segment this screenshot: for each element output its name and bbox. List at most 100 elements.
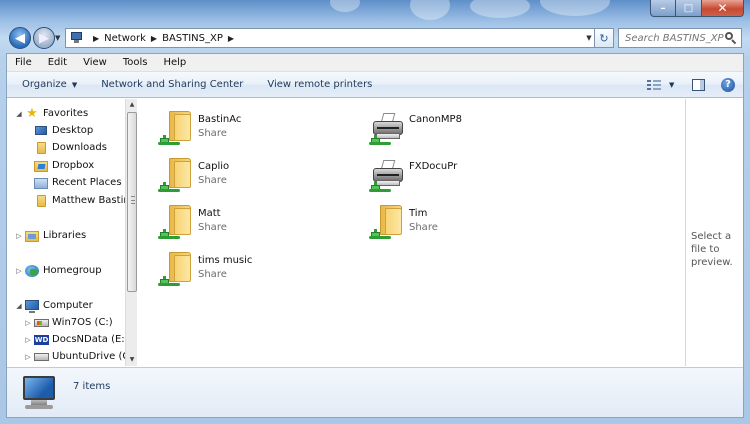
- command-bar-right: ▼ ?: [647, 72, 743, 97]
- close-button[interactable]: ✕: [702, 0, 744, 17]
- chevron-down-icon: ▼: [71, 80, 78, 89]
- menu-edit[interactable]: Edit: [40, 57, 75, 68]
- breadcrumb-separator[interactable]: ▶: [228, 34, 234, 43]
- preview-pane-icon: [691, 78, 705, 91]
- details-view-icon: [647, 79, 661, 91]
- preview-placeholder: Select a file to preview.: [691, 231, 733, 268]
- printer-canonmp8[interactable]: CanonMP8: [366, 107, 546, 149]
- maximize-button[interactable]: □: [676, 0, 702, 17]
- navigation-scrollbar[interactable]: ▲ ▼: [125, 99, 137, 366]
- nav-drive-g[interactable]: ▷ UbuntuDrive (G:): [23, 348, 125, 365]
- breadcrumb-separator[interactable]: ▶: [151, 34, 157, 43]
- wd-drive-icon: WD: [34, 334, 49, 345]
- minimize-button[interactable]: –: [650, 0, 676, 17]
- shared-printer-icon: [366, 158, 406, 198]
- breadcrumb-separator[interactable]: ▶: [93, 34, 99, 43]
- nav-libraries[interactable]: ▷ Libraries: [14, 227, 125, 244]
- refresh-button[interactable]: ↻: [594, 28, 614, 48]
- nav-downloads-label: Downloads: [52, 142, 107, 153]
- nav-computer[interactable]: ◢ Computer: [14, 297, 125, 314]
- collapse-arrow-icon[interactable]: ▷: [14, 267, 24, 275]
- menu-view[interactable]: View: [75, 57, 115, 68]
- nav-drive-e-label: DocsNData (E:): [52, 334, 125, 345]
- explorer-client-area: File Edit View Tools Help Organize ▼ Net…: [6, 53, 744, 418]
- network-sharing-center-label: Network and Sharing Center: [101, 79, 244, 90]
- help-icon: ?: [721, 77, 735, 92]
- nav-drive-e[interactable]: ▷ WD DocsNData (E:): [23, 331, 125, 348]
- nav-downloads[interactable]: Downloads: [33, 139, 125, 156]
- share-tims-music[interactable]: tims music Share: [155, 248, 335, 290]
- collapse-arrow-icon[interactable]: ▷: [14, 232, 24, 240]
- forward-button[interactable]: ▶: [33, 27, 55, 49]
- homegroup-icon: [24, 264, 40, 278]
- view-remote-printers-button[interactable]: View remote printers: [255, 79, 384, 90]
- breadcrumb-network[interactable]: Network: [104, 33, 146, 44]
- titlebar-decoration: [410, 0, 450, 20]
- computer-icon: [24, 299, 40, 313]
- printer-fxdocupr[interactable]: FXDocuPr: [366, 154, 546, 196]
- share-tim[interactable]: Tim Share: [366, 201, 546, 243]
- nav-libraries-label: Libraries: [43, 230, 87, 241]
- organize-button[interactable]: Organize ▼: [7, 79, 89, 90]
- nav-drive-c-label: Win7OS (C:): [52, 317, 113, 328]
- scroll-up-arrow[interactable]: ▲: [126, 99, 138, 111]
- computer-icon: [21, 376, 59, 412]
- item-count: 7 items: [73, 381, 111, 392]
- breadcrumb-bastins-xp[interactable]: BASTINS_XP: [162, 33, 223, 44]
- expand-arrow-icon[interactable]: ◢: [14, 302, 24, 310]
- refresh-icon: ↻: [599, 31, 609, 45]
- search-box[interactable]: [618, 28, 742, 48]
- nav-recent-places[interactable]: Recent Places: [33, 174, 125, 191]
- help-button[interactable]: ?: [713, 77, 743, 92]
- nav-desktop[interactable]: Desktop: [33, 122, 125, 139]
- share-type: Share: [198, 128, 227, 139]
- nav-matthew-bastin[interactable]: Matthew Bastin: [33, 192, 125, 209]
- nav-homegroup[interactable]: ▷ Homegroup: [14, 262, 125, 279]
- share-type: Share: [409, 222, 438, 233]
- menu-tools[interactable]: Tools: [115, 57, 156, 68]
- nav-drive-c[interactable]: ▷ Win7OS (C:): [23, 314, 125, 331]
- organize-label: Organize: [22, 79, 67, 90]
- printer-name: FXDocuPr: [409, 161, 458, 172]
- share-name: Caplio: [198, 161, 230, 172]
- network-sharing-center-button[interactable]: Network and Sharing Center: [89, 79, 255, 90]
- titlebar-decoration: [330, 0, 360, 12]
- nav-dropbox[interactable]: Dropbox: [33, 157, 125, 174]
- shared-folder-icon: [155, 158, 195, 198]
- windows-drive-icon: [33, 316, 49, 330]
- star-icon: ★: [26, 105, 38, 121]
- navigation-bar: ◀ ▶ ▼ ▶ Network ▶ BASTINS_XP ▶ ▼ ↻: [0, 24, 750, 52]
- share-type: Share: [198, 222, 227, 233]
- collapse-arrow-icon[interactable]: ▷: [23, 319, 33, 327]
- shared-folder-icon: [155, 111, 195, 151]
- back-button[interactable]: ◀: [9, 27, 31, 49]
- recent-pages-dropdown[interactable]: ▼: [55, 34, 60, 42]
- scroll-down-arrow[interactable]: ▼: [126, 354, 138, 366]
- menu-help[interactable]: Help: [155, 57, 194, 68]
- navigation-pane: ◢ ★ Favorites Desktop Downloads Dropbox …: [7, 99, 125, 366]
- nav-dropbox-label: Dropbox: [52, 160, 95, 171]
- nav-matthew-bastin-label: Matthew Bastin: [52, 195, 125, 206]
- expand-arrow-icon[interactable]: ◢: [14, 110, 24, 118]
- downloads-folder-icon: [33, 141, 49, 155]
- collapse-arrow-icon[interactable]: ▷: [23, 336, 33, 344]
- search-input[interactable]: [625, 32, 725, 44]
- command-bar: Organize ▼ Network and Sharing Center Vi…: [7, 72, 743, 98]
- change-view-button[interactable]: ▼: [647, 79, 683, 91]
- nav-drive-g-label: UbuntuDrive (G:): [52, 351, 125, 362]
- address-bar[interactable]: ▶ Network ▶ BASTINS_XP ▶ ▼: [65, 28, 597, 48]
- chevron-down-icon: ▼: [669, 80, 675, 89]
- file-list: BastinAc Share CanonMP8 Caplio Share FXD…: [138, 99, 685, 366]
- nav-desktop-label: Desktop: [52, 125, 94, 136]
- search-icon[interactable]: [725, 32, 737, 45]
- share-bastinac[interactable]: BastinAc Share: [155, 107, 335, 149]
- share-caplio[interactable]: Caplio Share: [155, 154, 335, 196]
- share-matt[interactable]: Matt Share: [155, 201, 335, 243]
- menu-file[interactable]: File: [7, 57, 40, 68]
- preview-pane-toggle[interactable]: [683, 78, 713, 91]
- collapse-arrow-icon[interactable]: ▷: [23, 353, 33, 361]
- nav-favorites[interactable]: ◢ ★ Favorites: [14, 105, 125, 122]
- nav-computer-label: Computer: [43, 300, 93, 311]
- explorer-window: – □ ✕ ◀ ▶ ▼ ▶ Network ▶ BASTINS_XP ▶ ▼ ↻…: [0, 0, 750, 424]
- scrollbar-thumb[interactable]: [127, 112, 137, 292]
